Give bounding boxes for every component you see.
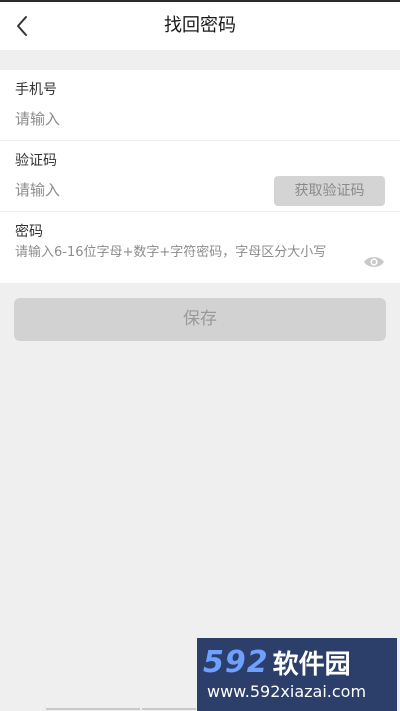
app-header: 找回密码 xyxy=(0,2,400,50)
forgot-password-screen: 找回密码 手机号 验证码 获取验证码 密码 请输入6-16位字母+数字+字符密码… xyxy=(0,0,400,711)
nav-indicator-left xyxy=(46,708,140,710)
code-input[interactable] xyxy=(15,179,255,201)
watermark-number: 592 xyxy=(203,644,269,680)
watermark-logo: 592 软件园 xyxy=(203,644,351,680)
save-button[interactable]: 保存 xyxy=(14,298,386,341)
back-button[interactable] xyxy=(6,8,38,44)
eye-icon[interactable] xyxy=(363,254,385,270)
site-watermark: 592 软件园 www.592xiazai.com xyxy=(197,638,397,711)
page-title: 找回密码 xyxy=(164,15,236,36)
phone-field: 手机号 xyxy=(0,70,400,141)
code-field: 验证码 获取验证码 xyxy=(0,141,400,212)
password-field: 密码 请输入6-16位字母+数字+字符密码，字母区分大小写 xyxy=(0,212,400,283)
watermark-url: www.592xiazai.com xyxy=(207,682,367,701)
get-code-button[interactable]: 获取验证码 xyxy=(274,176,385,206)
reset-form: 手机号 验证码 获取验证码 密码 请输入6-16位字母+数字+字符密码，字母区分… xyxy=(0,70,400,283)
phone-input[interactable] xyxy=(15,108,255,130)
code-label: 验证码 xyxy=(15,153,57,169)
nav-indicator-right xyxy=(142,708,196,710)
password-input[interactable]: 请输入6-16位字母+数字+字符密码，字母区分大小写 xyxy=(15,245,360,261)
chevron-left-icon xyxy=(17,16,27,36)
phone-label: 手机号 xyxy=(15,82,57,98)
watermark-brand: 软件园 xyxy=(272,649,351,680)
password-label: 密码 xyxy=(15,224,43,240)
